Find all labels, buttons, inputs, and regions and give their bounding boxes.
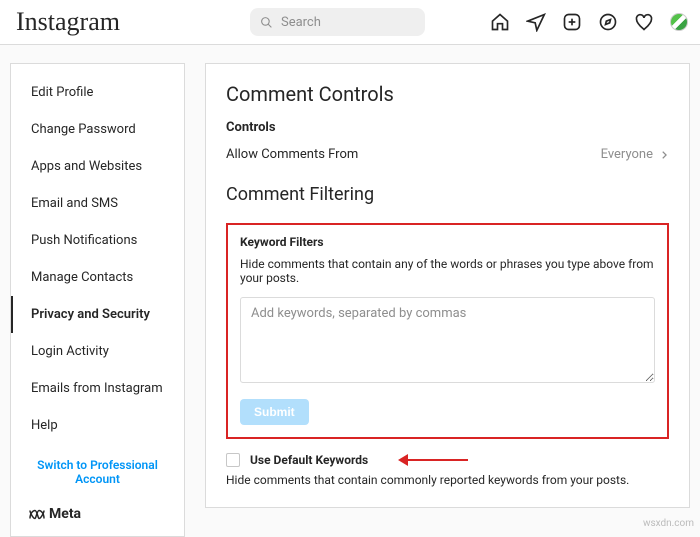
page-title: Comment Controls bbox=[226, 82, 669, 106]
filtering-heading: Comment Filtering bbox=[226, 184, 669, 205]
use-default-keywords-description: Hide comments that contain commonly repo… bbox=[226, 473, 669, 487]
allow-comments-value-text: Everyone bbox=[601, 147, 653, 162]
use-default-keywords-label: Use Default Keywords bbox=[250, 453, 368, 467]
top-icons bbox=[490, 12, 688, 32]
settings-content: Comment Controls Controls Allow Comments… bbox=[205, 63, 690, 508]
sidebar-item-help[interactable]: Help bbox=[11, 407, 184, 444]
sidebar-item-push-notifications[interactable]: Push Notifications bbox=[11, 222, 184, 259]
instagram-logo[interactable]: Instagram bbox=[16, 7, 120, 37]
avatar[interactable] bbox=[670, 13, 688, 31]
sidebar-item-change-password[interactable]: Change Password bbox=[11, 111, 184, 148]
annotation-arrow bbox=[398, 453, 468, 467]
switch-professional-link[interactable]: Switch to Professional Account bbox=[11, 444, 184, 500]
keyword-filters-textarea[interactable] bbox=[240, 297, 655, 383]
top-nav: Instagram Search bbox=[0, 0, 700, 45]
new-post-icon[interactable] bbox=[562, 12, 582, 32]
settings-page: Edit Profile Change Password Apps and We… bbox=[0, 45, 700, 537]
keyword-filters-heading: Keyword Filters bbox=[240, 235, 655, 249]
keyword-filters-description: Hide comments that contain any of the wo… bbox=[240, 257, 655, 285]
submit-button[interactable]: Submit bbox=[240, 399, 309, 425]
allow-comments-label: Allow Comments From bbox=[226, 147, 358, 162]
use-default-keywords-row[interactable]: Use Default Keywords bbox=[226, 453, 669, 467]
activity-icon[interactable] bbox=[634, 12, 654, 32]
meta-icon bbox=[29, 509, 45, 520]
search-icon bbox=[260, 16, 273, 29]
sidebar-item-emails-instagram[interactable]: Emails from Instagram bbox=[11, 370, 184, 407]
sidebar-item-manage-contacts[interactable]: Manage Contacts bbox=[11, 259, 184, 296]
keyword-filters-highlight: Keyword Filters Hide comments that conta… bbox=[226, 223, 669, 439]
allow-comments-row[interactable]: Allow Comments From Everyone bbox=[226, 147, 669, 162]
settings-sidebar: Edit Profile Change Password Apps and We… bbox=[10, 63, 185, 537]
search-placeholder: Search bbox=[281, 15, 321, 30]
sidebar-item-login-activity[interactable]: Login Activity bbox=[11, 333, 184, 370]
explore-icon[interactable] bbox=[598, 12, 618, 32]
sidebar-item-apps-websites[interactable]: Apps and Websites bbox=[11, 148, 184, 185]
search-input[interactable]: Search bbox=[250, 8, 425, 36]
allow-comments-value: Everyone bbox=[601, 147, 669, 162]
sidebar-item-email-sms[interactable]: Email and SMS bbox=[11, 185, 184, 222]
messages-icon[interactable] bbox=[526, 12, 546, 32]
sidebar-item-privacy-security[interactable]: Privacy and Security bbox=[11, 296, 184, 333]
watermark: wsxdn.com bbox=[643, 518, 694, 529]
controls-heading: Controls bbox=[226, 120, 669, 135]
meta-brand: Meta bbox=[11, 500, 184, 536]
home-icon[interactable] bbox=[490, 12, 510, 32]
sidebar-item-edit-profile[interactable]: Edit Profile bbox=[11, 74, 184, 111]
use-default-keywords-checkbox[interactable] bbox=[226, 453, 240, 467]
chevron-right-icon bbox=[659, 150, 669, 160]
meta-label: Meta bbox=[49, 506, 81, 522]
